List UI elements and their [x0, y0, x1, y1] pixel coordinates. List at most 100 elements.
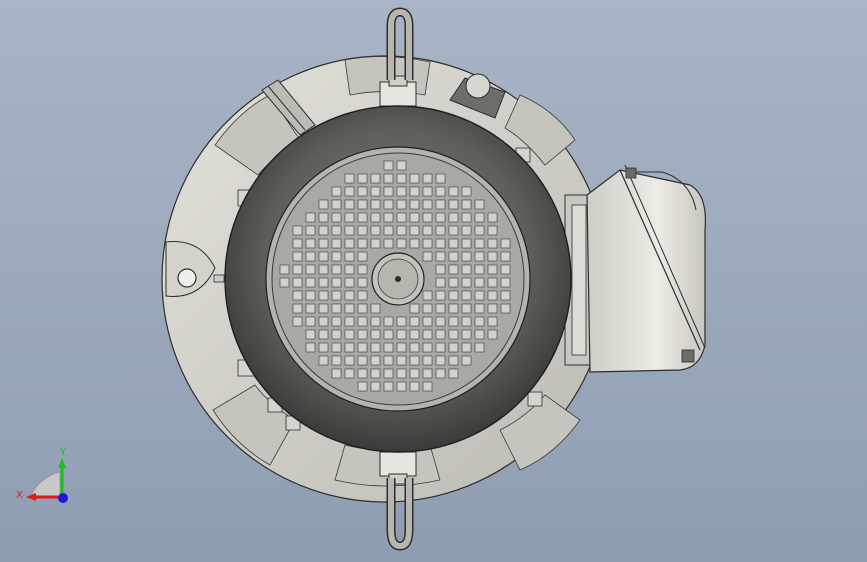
- grille-cell: [344, 368, 355, 379]
- grille-cell: [292, 303, 303, 314]
- grille-cell: [474, 342, 485, 353]
- grille-cell: [396, 238, 407, 249]
- grille-cell: [370, 225, 381, 236]
- grille-cell: [383, 212, 394, 223]
- grille-cell: [370, 212, 381, 223]
- grille-cell: [500, 277, 511, 288]
- grille-cell: [461, 212, 472, 223]
- grille-cell: [435, 264, 446, 275]
- grille-cell: [279, 277, 290, 288]
- grille-cell: [357, 173, 368, 184]
- grille-cell: [422, 238, 433, 249]
- grille-cell: [331, 199, 342, 210]
- grille-cell: [370, 173, 381, 184]
- grille-cell: [422, 212, 433, 223]
- grille-cell: [409, 238, 420, 249]
- grille-cell: [344, 355, 355, 366]
- y-axis-label: Y: [59, 447, 67, 458]
- grille-cell: [344, 277, 355, 288]
- grille-cell: [500, 251, 511, 262]
- grille-cell: [448, 355, 459, 366]
- grille-cell: [318, 238, 329, 249]
- grille-cell: [357, 316, 368, 327]
- grille-cell: [474, 251, 485, 262]
- grille-cell: [487, 290, 498, 301]
- grille-cell: [305, 264, 316, 275]
- grille-cell: [383, 173, 394, 184]
- grille-cell: [396, 381, 407, 392]
- grille-cell: [409, 381, 420, 392]
- grille-cell: [292, 316, 303, 327]
- grille-cell: [409, 342, 420, 353]
- grille-cell: [500, 238, 511, 249]
- grille-cell: [474, 212, 485, 223]
- grille-cell: [305, 212, 316, 223]
- grille-cell: [370, 329, 381, 340]
- grille-cell: [383, 186, 394, 197]
- grille-cell: [422, 316, 433, 327]
- grille-cell: [318, 212, 329, 223]
- grille-cell: [461, 264, 472, 275]
- grille-cell: [435, 355, 446, 366]
- grille-cell: [292, 251, 303, 262]
- grille-cell: [383, 355, 394, 366]
- grille-cell: [370, 342, 381, 353]
- grille-cell: [422, 186, 433, 197]
- grille-cell: [331, 316, 342, 327]
- grille-cell: [409, 303, 420, 314]
- grille-cell: [435, 342, 446, 353]
- grille-cell: [500, 290, 511, 301]
- grille-cell: [409, 186, 420, 197]
- grille-cell: [383, 368, 394, 379]
- grille-cell: [357, 277, 368, 288]
- grille-cell: [318, 316, 329, 327]
- grille-cell: [409, 199, 420, 210]
- grille-cell: [435, 303, 446, 314]
- grille-cell: [435, 277, 446, 288]
- grille-cell: [344, 212, 355, 223]
- grille-cell: [487, 225, 498, 236]
- grille-cell: [422, 368, 433, 379]
- grille-cell: [292, 238, 303, 249]
- grille-cell: [435, 238, 446, 249]
- grille-cell: [461, 329, 472, 340]
- grille-cell: [396, 355, 407, 366]
- grille-cell: [435, 173, 446, 184]
- grille-cell: [461, 225, 472, 236]
- grille-cell: [422, 290, 433, 301]
- terminal-box[interactable]: [564, 164, 707, 373]
- grille-cell: [305, 251, 316, 262]
- grille-cell: [331, 342, 342, 353]
- grille-cell: [305, 316, 316, 327]
- grille-cell: [448, 342, 459, 353]
- grille-cell: [344, 329, 355, 340]
- grille-cell: [396, 199, 407, 210]
- grille-cell: [474, 238, 485, 249]
- grille-cell: [370, 303, 381, 314]
- grille-cell: [461, 303, 472, 314]
- grille-cell: [305, 290, 316, 301]
- grille-cell: [435, 199, 446, 210]
- grille-cell: [305, 277, 316, 288]
- grille-cell: [487, 329, 498, 340]
- grille-cell: [357, 355, 368, 366]
- grille-cell: [474, 225, 485, 236]
- z-axis: [58, 493, 68, 503]
- graphics-viewport[interactable]: Y X: [0, 0, 867, 562]
- grille-cell: [305, 303, 316, 314]
- grille-cell: [487, 238, 498, 249]
- grille-cell: [331, 355, 342, 366]
- grille-cell: [422, 355, 433, 366]
- grille-cell: [396, 342, 407, 353]
- grille-cell: [357, 225, 368, 236]
- grille-cell: [305, 329, 316, 340]
- grille-cell: [331, 290, 342, 301]
- coordinate-triad: Y X: [16, 447, 68, 503]
- grille-cell: [357, 342, 368, 353]
- grille-cell: [396, 368, 407, 379]
- grille-cell: [422, 329, 433, 340]
- grille-cell: [448, 290, 459, 301]
- grille-cell: [409, 316, 420, 327]
- grille-cell: [448, 264, 459, 275]
- grille-cell: [461, 251, 472, 262]
